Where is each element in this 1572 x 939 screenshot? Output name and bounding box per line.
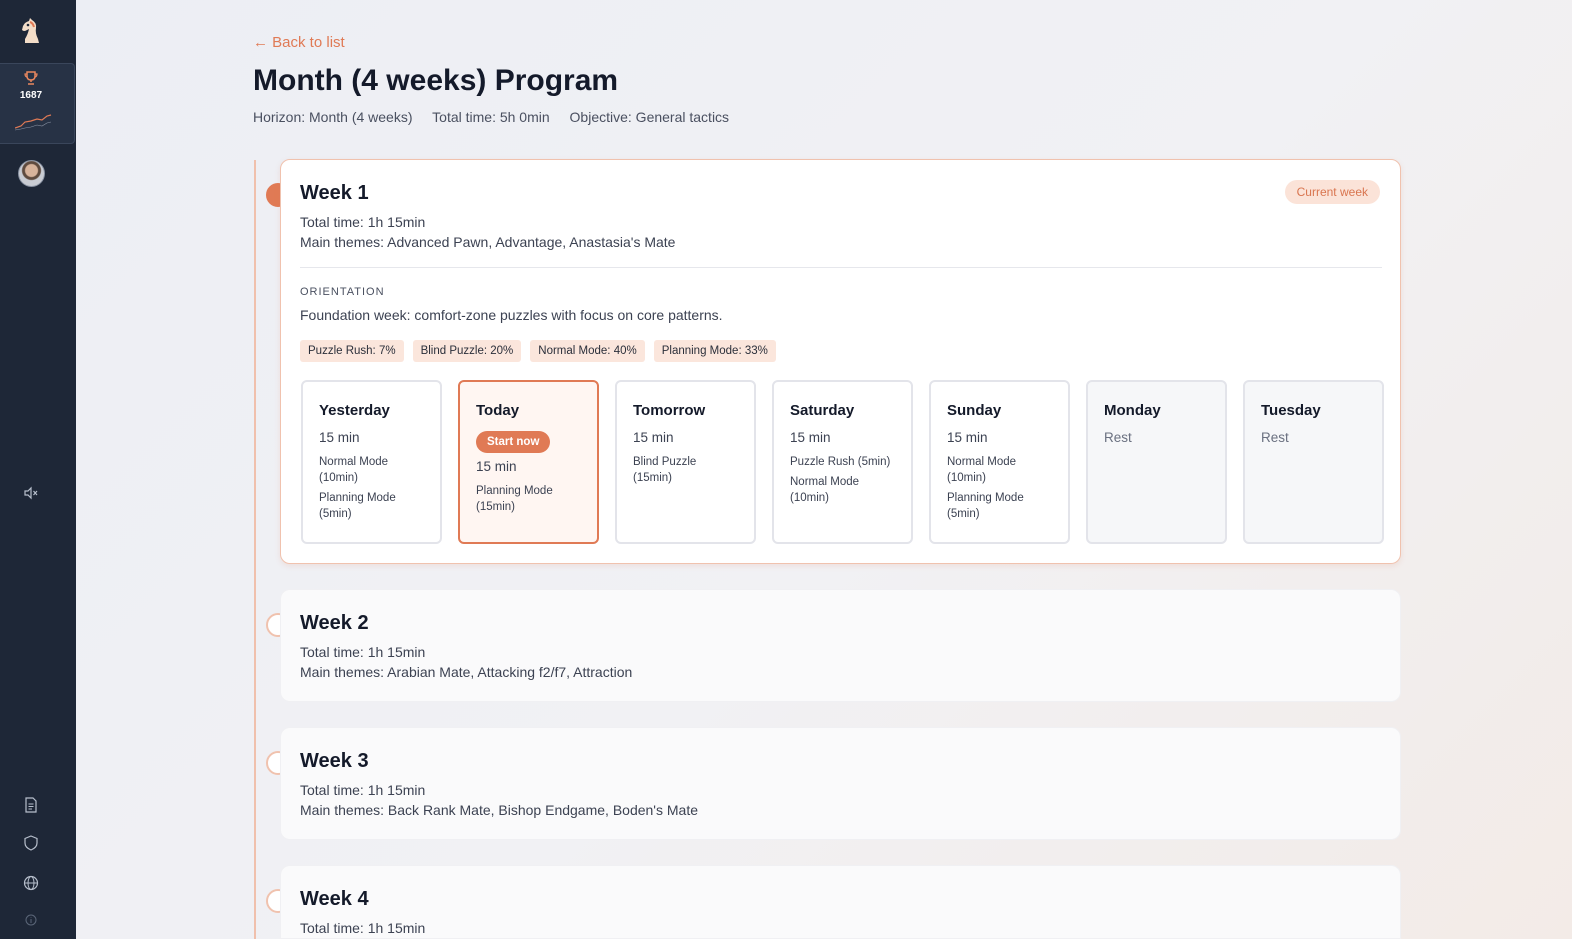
week-total-time: Total time: 1h 15min xyxy=(300,214,426,230)
tag-normal-mode: Normal Mode: 40% xyxy=(530,340,645,362)
week-title: Week 1 xyxy=(300,182,369,204)
day-card-sunday[interactable]: Sunday 15 min Normal Mode (10min) Planni… xyxy=(929,380,1070,544)
day-duration: Rest xyxy=(1261,430,1289,445)
orientation-label: ORIENTATION xyxy=(300,286,385,298)
shield-icon[interactable] xyxy=(23,835,39,851)
user-avatar[interactable] xyxy=(18,160,45,187)
rating-sparkline xyxy=(15,114,52,131)
day-duration: 15 min xyxy=(790,430,831,445)
week-themes: Main themes: Advanced Pawn, Advantage, A… xyxy=(300,234,676,250)
day-activity: Puzzle Rush (5min) xyxy=(790,456,891,468)
current-week-badge: Current week xyxy=(1284,180,1380,204)
meta-horizon: Horizon: Month (4 weeks) xyxy=(253,109,413,125)
mode-distribution-tags: Puzzle Rush: 7% Blind Puzzle: 20% Normal… xyxy=(300,340,776,362)
week-themes: Main themes: Back Rank Mate, Bishop Endg… xyxy=(300,802,698,818)
tag-blind-puzzle: Blind Puzzle: 20% xyxy=(412,340,522,362)
trophy-icon xyxy=(24,71,38,85)
week-themes: Main themes: Arabian Mate, Attacking f2/… xyxy=(300,664,633,680)
week-title: Week 4 xyxy=(300,888,369,910)
day-card-today[interactable]: Today Start now 15 min Planning Mode (15… xyxy=(458,380,599,544)
day-card-saturday[interactable]: Saturday 15 min Puzzle Rush (5min) Norma… xyxy=(772,380,913,544)
day-activity: Blind Puzzle (15min) xyxy=(633,456,697,484)
globe-icon[interactable] xyxy=(23,875,39,891)
day-duration: 15 min xyxy=(476,459,517,474)
week-total-time: Total time: 1h 15min xyxy=(300,644,426,660)
day-duration: 15 min xyxy=(947,430,988,445)
back-to-list-link[interactable]: ← Back to list xyxy=(253,34,345,51)
day-name: Sunday xyxy=(947,402,1002,419)
day-name: Tomorrow xyxy=(633,402,706,419)
week-total-time: Total time: 1h 15min xyxy=(300,782,426,798)
day-name: Today xyxy=(476,402,520,419)
day-card-monday[interactable]: Monday Rest xyxy=(1086,380,1227,544)
knight-logo-icon[interactable] xyxy=(19,17,43,45)
day-activity: Planning Mode (5min) xyxy=(947,492,1024,520)
sidebar: 1687 xyxy=(0,0,76,939)
start-now-button[interactable]: Start now xyxy=(476,431,551,453)
week-card-4[interactable]: Week 4 Total time: 1h 15min xyxy=(280,865,1401,939)
page-title: Month (4 weeks) Program xyxy=(253,64,619,97)
day-name: Tuesday xyxy=(1261,402,1321,419)
day-name: Monday xyxy=(1104,402,1161,419)
day-name: Saturday xyxy=(790,402,855,419)
day-cards: Yesterday 15 min Normal Mode (10min) Pla… xyxy=(301,380,1384,544)
rating-card[interactable]: 1687 xyxy=(0,63,75,144)
day-duration: 15 min xyxy=(633,430,674,445)
week-card-3[interactable]: Week 3 Total time: 1h 15min Main themes:… xyxy=(280,727,1401,840)
day-name: Yesterday xyxy=(319,402,390,419)
week-card-2[interactable]: Week 2 Total time: 1h 15min Main themes:… xyxy=(280,589,1401,702)
day-activity: Normal Mode (10min) xyxy=(947,456,1017,484)
meta-total-time: Total time: 5h 0min xyxy=(432,109,550,125)
day-card-tomorrow[interactable]: Tomorrow 15 min Blind Puzzle (15min) xyxy=(615,380,756,544)
day-activity: Planning Mode (5min) xyxy=(319,492,396,520)
sound-muted-icon[interactable] xyxy=(23,485,39,501)
meta-objective: Objective: General tactics xyxy=(569,109,730,125)
week-title: Week 3 xyxy=(300,750,369,772)
document-icon[interactable] xyxy=(23,797,39,813)
divider xyxy=(300,267,1382,268)
day-card-tuesday[interactable]: Tuesday Rest xyxy=(1243,380,1384,544)
program-meta: Horizon: Month (4 weeks) Total time: 5h … xyxy=(253,109,745,125)
day-activity: Normal Mode (10min) xyxy=(790,476,860,504)
day-card-yesterday[interactable]: Yesterday 15 min Normal Mode (10min) Pla… xyxy=(301,380,442,544)
day-duration: 15 min xyxy=(319,430,360,445)
tag-planning-mode: Planning Mode: 33% xyxy=(653,340,776,362)
rating-value: 1687 xyxy=(19,90,43,101)
tag-puzzle-rush: Puzzle Rush: 7% xyxy=(300,340,404,362)
day-duration: Rest xyxy=(1104,430,1132,445)
orientation-text: Foundation week: comfort-zone puzzles wi… xyxy=(300,307,723,323)
day-activity: Planning Mode (15min) xyxy=(476,485,553,513)
week-total-time: Total time: 1h 15min xyxy=(300,920,426,936)
day-activity: Normal Mode (10min) xyxy=(319,456,389,484)
timeline-line xyxy=(254,160,256,939)
info-icon[interactable] xyxy=(23,912,39,928)
week-card-1[interactable]: Week 1 Current week Total time: 1h 15min… xyxy=(280,159,1401,564)
week-title: Week 2 xyxy=(300,612,369,634)
